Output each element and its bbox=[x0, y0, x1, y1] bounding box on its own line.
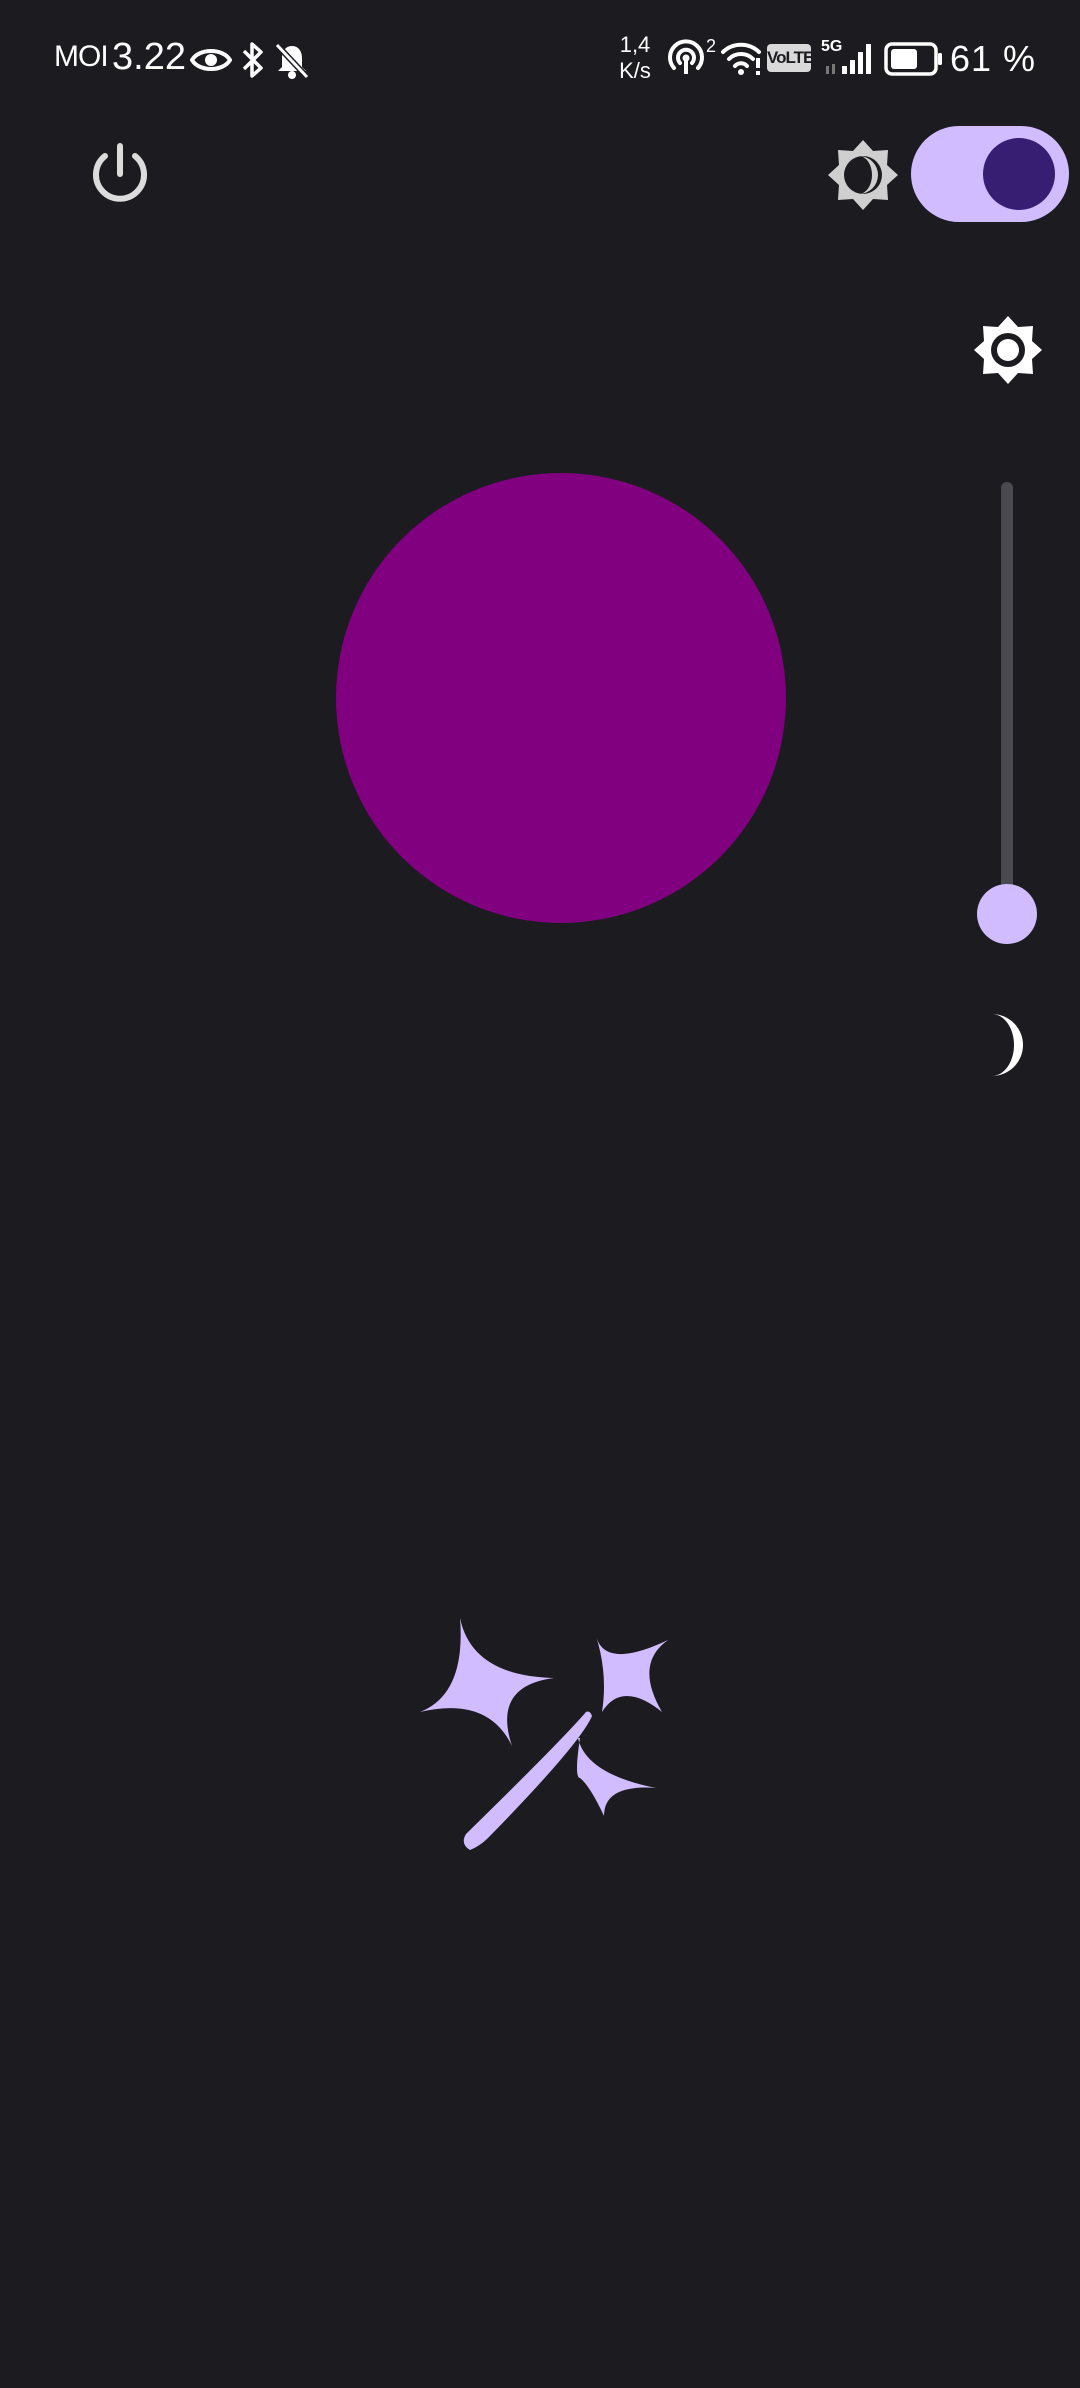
volte-icon: VoLTE bbox=[767, 44, 814, 72]
status-time: 3.22 bbox=[112, 36, 186, 78]
theme-auto-icon bbox=[826, 138, 900, 212]
battery-percent: 61 % bbox=[950, 38, 1037, 79]
eye-icon bbox=[190, 49, 232, 71]
toggle-knob bbox=[983, 138, 1055, 210]
bluetooth-icon bbox=[242, 42, 263, 78]
brightness-slider-track[interactable] bbox=[1001, 482, 1013, 914]
magic-wand-button[interactable] bbox=[400, 1600, 680, 1900]
volte-label: VoLTE bbox=[767, 48, 814, 67]
battery-icon bbox=[884, 42, 942, 76]
network-speed-unit: K/s bbox=[619, 58, 651, 83]
hotspot-icon bbox=[668, 39, 704, 74]
status-bar: MOI 3.22 1,4 K/s 2 VoLTE 5G 61 % bbox=[0, 0, 1080, 120]
bell-off-icon bbox=[274, 42, 310, 80]
brightness-icon bbox=[972, 314, 1044, 386]
carrier-name: MOI bbox=[54, 40, 109, 73]
brightness-slider-thumb[interactable] bbox=[977, 884, 1037, 944]
wifi-icon bbox=[721, 42, 761, 75]
power-button[interactable] bbox=[85, 140, 155, 210]
power-icon bbox=[93, 143, 147, 202]
hotspot-count: 2 bbox=[706, 36, 717, 56]
magic-wand-icon bbox=[420, 1618, 668, 1850]
network-speed: 1,4 K/s bbox=[610, 32, 660, 84]
network-speed-value: 1,4 bbox=[619, 32, 651, 57]
color-preview-circle[interactable] bbox=[336, 473, 786, 923]
moon-icon bbox=[978, 1010, 1038, 1080]
theme-toggle[interactable] bbox=[911, 126, 1069, 222]
signal-icon bbox=[826, 44, 871, 74]
